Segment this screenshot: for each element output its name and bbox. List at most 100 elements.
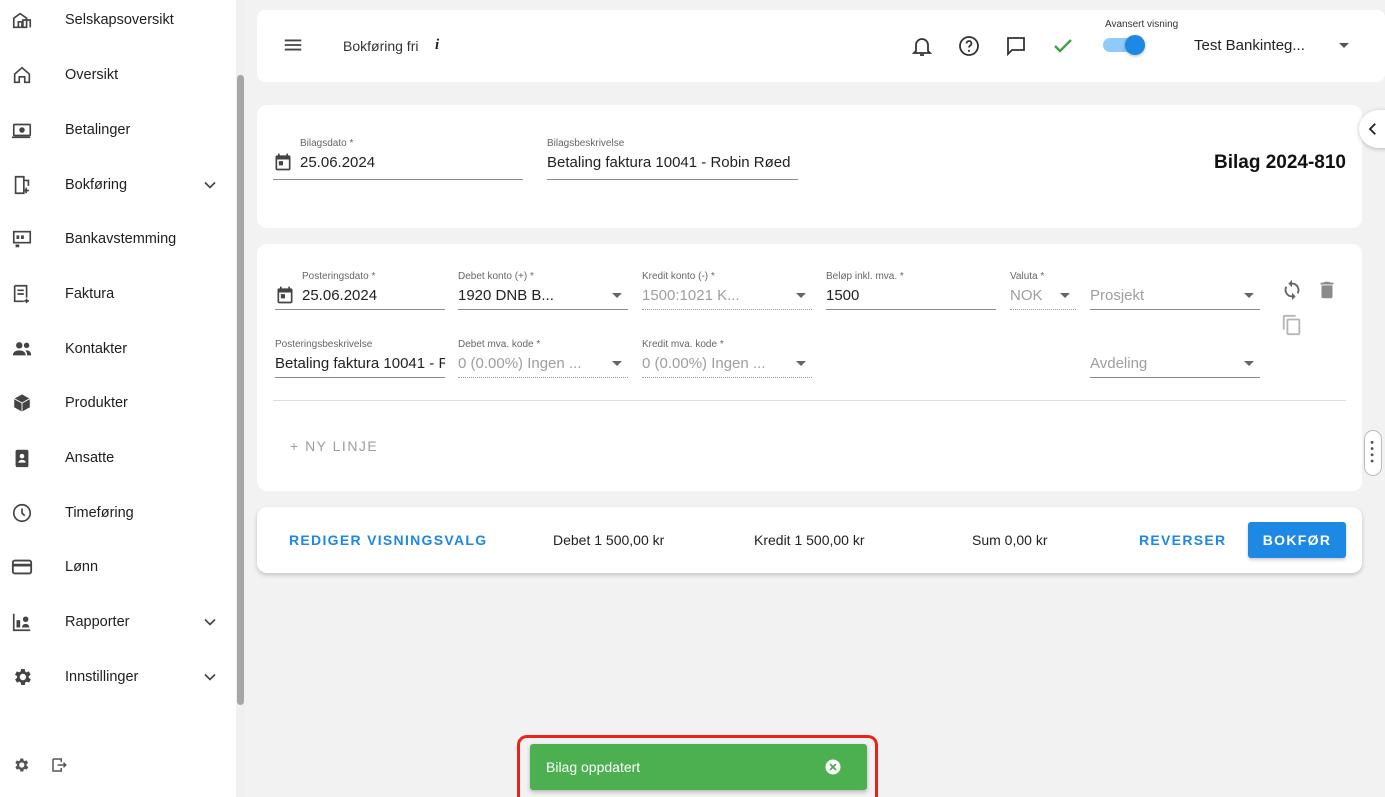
project-select[interactable]: Prosjekt: [1090, 271, 1260, 310]
close-icon[interactable]: [825, 759, 841, 775]
advanced-view-label: Avansert visning: [1105, 19, 1179, 30]
logout-icon[interactable]: [50, 756, 68, 774]
dropdown-arrow-icon[interactable]: [1244, 293, 1254, 298]
check-icon[interactable]: [1051, 34, 1075, 58]
posting-description-label: Posteringsbeskrivelse: [275, 339, 373, 350]
calendar-icon[interactable]: [275, 285, 295, 305]
sidebar: Selskapsoversikt Oversikt Betalinger Bokfør…: [0, 0, 245, 797]
home-icon: [10, 63, 34, 87]
posting-description-value: Betaling faktura 10041 - Robin Røed: [275, 355, 445, 372]
sidebar-item-label: Lønn: [65, 559, 99, 575]
currency-select[interactable]: Valuta * NOK: [1010, 271, 1076, 310]
sidebar-item-label: Kontakter: [65, 341, 128, 357]
amount-label: Beløp inkl. mva. *: [826, 271, 904, 282]
sidebar-item-betalinger[interactable]: Betalinger: [0, 110, 235, 150]
sidebar-item-label: Timeføring: [65, 505, 134, 521]
chevron-down-icon[interactable]: [200, 175, 220, 195]
sidebar-item-label: Rapporter: [65, 614, 130, 630]
menu-icon[interactable]: [282, 34, 304, 56]
sidebar-item-bokforing[interactable]: Bokføring: [0, 165, 235, 205]
chat-icon[interactable]: [1004, 34, 1028, 58]
chevron-left-icon: [1368, 123, 1376, 135]
posting-date-value: 25.06.2024: [302, 287, 378, 304]
credit-account-label: Kredit konto (-) *: [642, 271, 715, 282]
company-selector[interactable]: Test Bankinteg...: [1194, 37, 1305, 54]
post-button[interactable]: BOKFØR: [1248, 522, 1346, 558]
voucher-header-card: Bilagsdato * 25.06.2024 Bilagsbeskrivels…: [257, 105, 1362, 228]
debit-account-label: Debet konto (+) *: [458, 271, 534, 282]
sidebar-item-rapporter[interactable]: Rapporter: [0, 602, 235, 642]
summary-bar: REDIGER VISNINGSVALG Debet 1 500,00 kr K…: [257, 507, 1362, 573]
sidebar-item-label: Ansatte: [65, 450, 115, 466]
credit-vat-select[interactable]: Kredit mva. kode * 0 (0.00%) Ingen ...: [642, 339, 812, 378]
dropdown-arrow-icon[interactable]: [612, 293, 622, 298]
sidebar-item-bankavstemming[interactable]: Bankavstemming: [0, 219, 235, 259]
chevron-down-icon[interactable]: [200, 667, 220, 687]
sidebar-item-label: Oversikt: [65, 67, 119, 83]
voucher-title: Bilag 2024-810: [1213, 152, 1346, 173]
sidebar-item-faktura[interactable]: Faktura: [0, 274, 235, 314]
sidebar-item-selskapsoversikt[interactable]: Selskapsoversikt: [0, 0, 235, 40]
refresh-icon[interactable]: [1281, 279, 1303, 301]
posting-line-card: Posteringsdato * 25.06.2024 Debet konto …: [257, 244, 1362, 491]
sidebar-item-produkter[interactable]: Produkter: [0, 383, 235, 423]
drag-handle[interactable]: [1364, 430, 1382, 476]
sidebar-item-oversikt[interactable]: Oversikt: [0, 55, 235, 95]
dropdown-arrow-icon[interactable]: [796, 361, 806, 366]
copy-icon[interactable]: [1281, 314, 1303, 336]
info-icon[interactable]: i: [435, 37, 439, 54]
dropdown-arrow-icon[interactable]: [1244, 361, 1254, 366]
credit-vat-value: 0 (0.00%) Ingen ...: [642, 355, 766, 372]
dropdown-arrow-icon[interactable]: [796, 293, 806, 298]
snackbar: Bilag oppdatert: [530, 744, 867, 790]
amount-input[interactable]: Beløp inkl. mva. * 1500: [826, 271, 996, 310]
bell-icon[interactable]: [910, 34, 934, 58]
sidebar-item-label: Bokføring: [65, 177, 128, 193]
dropdown-arrow-icon[interactable]: [1060, 293, 1070, 298]
sidebar-item-label: Faktura: [65, 286, 115, 302]
help-icon[interactable]: [957, 34, 981, 58]
voucher-date-field[interactable]: Bilagsdato * 25.06.2024: [273, 138, 523, 180]
add-line-button[interactable]: + NY LINJE: [290, 438, 378, 454]
posting-description-field[interactable]: Posteringsbeskrivelse Betaling faktura 1…: [275, 339, 445, 378]
debit-vat-value: 0 (0.00%) Ingen ...: [458, 355, 582, 372]
bookkeeping-icon: [10, 173, 34, 197]
calendar-icon[interactable]: [273, 152, 293, 172]
department-select[interactable]: Avdeling: [1090, 339, 1260, 378]
sidebar-item-ansatte[interactable]: Ansatte: [0, 438, 235, 478]
debit-account-select[interactable]: Debet konto (+) * 1920 DNB B...: [458, 271, 628, 310]
debit-vat-label: Debet mva. kode *: [458, 339, 541, 350]
sidebar-scrollbar-thumb[interactable]: [237, 75, 244, 705]
delete-icon[interactable]: [1316, 279, 1338, 301]
voucher-description-field[interactable]: Bilagsbeskrivelse Betaling faktura 10041…: [547, 138, 798, 180]
chevron-down-icon[interactable]: [200, 612, 220, 632]
debit-account-value: 1920 DNB B...: [458, 287, 554, 304]
voucher-date-label: Bilagsdato *: [300, 138, 354, 149]
sidebar-item-timeforing[interactable]: Timeføring: [0, 493, 235, 533]
debit-vat-select[interactable]: Debet mva. kode * 0 (0.00%) Ingen ...: [458, 339, 628, 378]
voucher-description-label: Bilagsbeskrivelse: [547, 138, 625, 149]
project-placeholder: Prosjekt: [1090, 287, 1145, 304]
advanced-view-toggle[interactable]: [1103, 35, 1145, 55]
credit-account-select[interactable]: Kredit konto (-) * 1500:1021 K...: [642, 271, 812, 310]
voucher-date-value: 25.06.2024: [300, 154, 376, 171]
dropdown-arrow-icon[interactable]: [612, 361, 622, 366]
company-overview-icon: [10, 8, 34, 32]
department-placeholder: Avdeling: [1090, 355, 1148, 372]
posting-date-field[interactable]: Posteringsdato * 25.06.2024: [275, 271, 445, 310]
sidebar-item-lonn[interactable]: Lønn: [0, 547, 235, 587]
gear-icon: [10, 665, 34, 689]
credit-sum: Kredit 1 500,00 kr: [754, 532, 865, 548]
card-icon: [10, 555, 34, 579]
collapse-panel-button[interactable]: [1359, 110, 1385, 148]
sidebar-item-innstillinger[interactable]: Innstillinger: [0, 657, 235, 697]
settings-gear-icon[interactable]: [12, 756, 30, 774]
chevron-down-icon[interactable]: [1339, 43, 1349, 48]
clock-icon: [10, 501, 34, 525]
edit-view-options-button[interactable]: REDIGER VISNINGSVALG: [289, 532, 487, 548]
sidebar-item-kontakter[interactable]: Kontakter: [0, 329, 235, 369]
drag-dots-icon: [1370, 440, 1374, 463]
credit-vat-label: Kredit mva. kode *: [642, 339, 724, 350]
sidebar-item-label: Produkter: [65, 395, 128, 411]
reverse-button[interactable]: REVERSER: [1139, 532, 1226, 548]
